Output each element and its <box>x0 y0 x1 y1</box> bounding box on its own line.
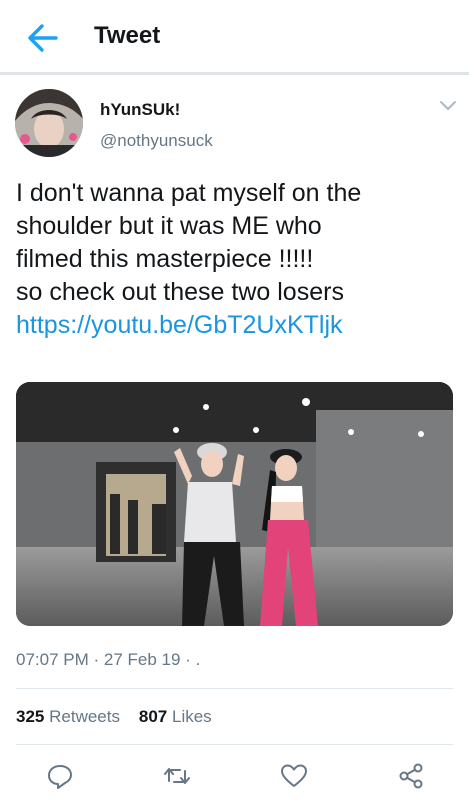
likes-count: 807 <box>138 707 168 726</box>
author-handle[interactable]: @nothyunsuck <box>100 131 213 151</box>
retweets-stat[interactable]: 325 Retweets <box>16 707 125 726</box>
stats-divider-bottom <box>16 744 453 745</box>
retweets-count: 325 <box>16 707 45 726</box>
back-arrow-icon[interactable] <box>26 22 60 54</box>
stats-divider-top <box>16 688 453 689</box>
page-title: Tweet <box>94 22 161 49</box>
tweet-timestamp: 07:07 PM · 27 Feb 19 · . <box>16 650 200 670</box>
header-divider <box>0 72 469 75</box>
meta-trailing: · . <box>185 650 201 669</box>
tweet-line: I don't wanna pat myself on the <box>16 179 362 207</box>
retweet-icon[interactable] <box>162 761 192 791</box>
top-app-bar: Tweet <box>0 0 469 72</box>
tweet-line: filmed this masterpiece !!!!! <box>16 245 314 273</box>
tweet-link[interactable]: https://youtu.be/GbT2UxKTljk <box>16 309 456 342</box>
reply-icon[interactable] <box>45 761 75 791</box>
likes-stat[interactable]: 807 Likes <box>139 707 212 726</box>
avatar[interactable] <box>15 89 83 157</box>
tweet-date: 27 Feb 19 <box>103 650 181 669</box>
likes-label: Likes <box>172 707 212 726</box>
tweet-line: shoulder but it was ME who <box>16 212 322 240</box>
tweet-line: so check out these two losers <box>16 278 344 306</box>
media-thumbnail[interactable] <box>16 382 453 626</box>
author-name[interactable]: hYunSUk! <box>100 100 180 120</box>
retweets-label: Retweets <box>49 707 120 726</box>
share-icon[interactable] <box>396 761 426 791</box>
like-icon[interactable] <box>279 761 309 791</box>
tweet-time: 07:07 PM <box>16 650 89 669</box>
chevron-down-icon[interactable] <box>438 98 458 112</box>
action-bar <box>0 757 469 797</box>
tweet-text: I don't wanna pat myself on the shoulder… <box>16 177 456 342</box>
meta-separator: · <box>93 650 104 669</box>
tweet-stats: 325 Retweets 807 Likes <box>16 707 212 727</box>
